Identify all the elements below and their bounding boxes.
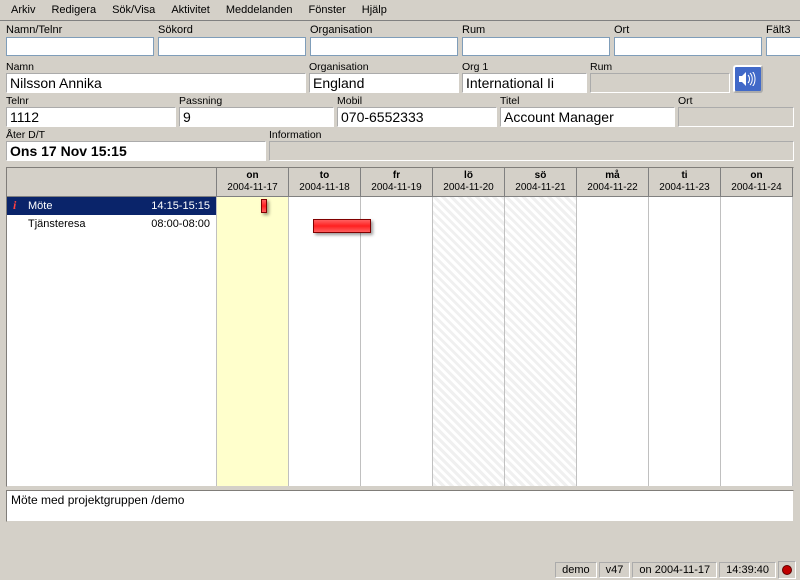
calendar-day-header[interactable]: to2004-11-18	[289, 168, 361, 196]
label-ort: Ort	[678, 95, 794, 107]
calendar-day-header[interactable]: ti2004-11-23	[649, 168, 721, 196]
search-input-falt3[interactable]	[766, 37, 800, 56]
search-label-rum: Rum	[462, 24, 610, 36]
calendar-day-column[interactable]	[217, 197, 289, 486]
menu-arkiv[interactable]: Arkiv	[4, 2, 42, 18]
label-mobil: Mobil	[337, 95, 497, 107]
menu-sokvisa[interactable]: Sök/Visa	[105, 2, 162, 18]
status-time: 14:39:40	[719, 562, 776, 578]
calendar-day-header[interactable]: on2004-11-24	[721, 168, 793, 196]
calendar-day-column[interactable]	[361, 197, 433, 486]
status-week: v47	[599, 562, 631, 578]
calendar-day-column[interactable]	[577, 197, 649, 486]
calendar-day-header[interactable]: fr2004-11-19	[361, 168, 433, 196]
menubar: Arkiv Redigera Sök/Visa Aktivitet Meddel…	[0, 0, 800, 21]
row-type: Tjänsteresa	[24, 218, 151, 230]
detail-area: Namn Nilsson Annika Organisation England…	[0, 58, 800, 164]
calendar-day-header[interactable]: lö2004-11-20	[433, 168, 505, 196]
label-namn: Namn	[6, 61, 306, 73]
search-label-falt3: Fält3	[766, 24, 800, 36]
calendar-day-column[interactable]	[433, 197, 505, 486]
calendar-day-header[interactable]: sö2004-11-21	[505, 168, 577, 196]
calendar-row[interactable]: Tjänsteresa08:00-08:00	[7, 215, 216, 233]
calendar-panel: on2004-11-17to2004-11-18fr2004-11-19lö20…	[6, 167, 794, 487]
calendar-grid[interactable]	[217, 197, 793, 486]
calendar-header: on2004-11-17to2004-11-18fr2004-11-19lö20…	[7, 168, 793, 197]
menu-hjalp[interactable]: Hjälp	[355, 2, 394, 18]
calendar-row[interactable]: iMöte14:15-15:15	[7, 197, 216, 215]
label-passning: Passning	[179, 95, 334, 107]
search-label-namn: Namn/Telnr	[6, 24, 154, 36]
search-input-sokord[interactable]	[158, 37, 306, 56]
search-input-rum[interactable]	[462, 37, 610, 56]
search-input-org[interactable]	[310, 37, 458, 56]
label-titel: Titel	[500, 95, 675, 107]
label-ater: Åter D/T	[6, 129, 266, 141]
search-label-org: Organisation	[310, 24, 458, 36]
value-org1: International Ii	[462, 73, 587, 93]
menu-redigera[interactable]: Redigera	[44, 2, 103, 18]
calendar-day-column[interactable]	[649, 197, 721, 486]
calendar-day-column[interactable]	[505, 197, 577, 486]
info-icon: i	[13, 198, 24, 213]
menu-aktivitet[interactable]: Aktivitet	[164, 2, 217, 18]
value-rum	[590, 73, 730, 93]
value-ort	[678, 107, 794, 127]
status-day: on 2004-11-17	[632, 562, 717, 578]
label-telnr: Telnr	[6, 95, 176, 107]
status-user: demo	[555, 562, 597, 578]
statusbar: demo v47 on 2004-11-17 14:39:40	[0, 560, 800, 580]
search-input-ort[interactable]	[614, 37, 762, 56]
menu-fonster[interactable]: Fönster	[302, 2, 353, 18]
calendar-day-header[interactable]: må2004-11-22	[577, 168, 649, 196]
value-info	[269, 141, 794, 161]
value-namn: Nilsson Annika	[6, 73, 306, 93]
speaker-icon	[739, 72, 757, 86]
search-input-namn[interactable]	[6, 37, 154, 56]
menu-meddelanden[interactable]: Meddelanden	[219, 2, 300, 18]
calendar-header-left	[7, 168, 217, 196]
row-time: 08:00-08:00	[151, 218, 216, 230]
value-org: England	[309, 73, 459, 93]
calendar-rowlist: iMöte14:15-15:15Tjänsteresa08:00-08:00	[7, 197, 217, 486]
calendar-day-header[interactable]: on2004-11-17	[217, 168, 289, 196]
row-time: 14:15-15:15	[151, 200, 216, 212]
value-mobil: 070-6552333	[337, 107, 497, 127]
label-rum: Rum	[590, 61, 730, 73]
calendar-day-column[interactable]	[289, 197, 361, 486]
event-bar-tjansteresa[interactable]	[313, 219, 371, 233]
note-panel[interactable]: Möte med projektgruppen /demo	[6, 490, 794, 522]
event-bar-mote[interactable]	[261, 199, 267, 213]
label-org: Organisation	[309, 61, 459, 73]
search-label-ort: Ort	[614, 24, 762, 36]
status-record-icon	[782, 565, 792, 575]
search-label-sokord: Sökord	[158, 24, 306, 36]
value-passning: 9	[179, 107, 334, 127]
row-type: Möte	[24, 200, 151, 212]
sound-button[interactable]	[733, 65, 763, 93]
value-telnr: 1112	[6, 107, 176, 127]
value-titel: Account Manager	[500, 107, 675, 127]
label-org1: Org 1	[462, 61, 587, 73]
calendar-day-column[interactable]	[721, 197, 793, 486]
value-ater: Ons 17 Nov 15:15	[6, 141, 266, 161]
search-row: Namn/Telnr Sökord Organisation Rum Ort F…	[0, 21, 800, 58]
label-info: Information	[269, 129, 794, 141]
